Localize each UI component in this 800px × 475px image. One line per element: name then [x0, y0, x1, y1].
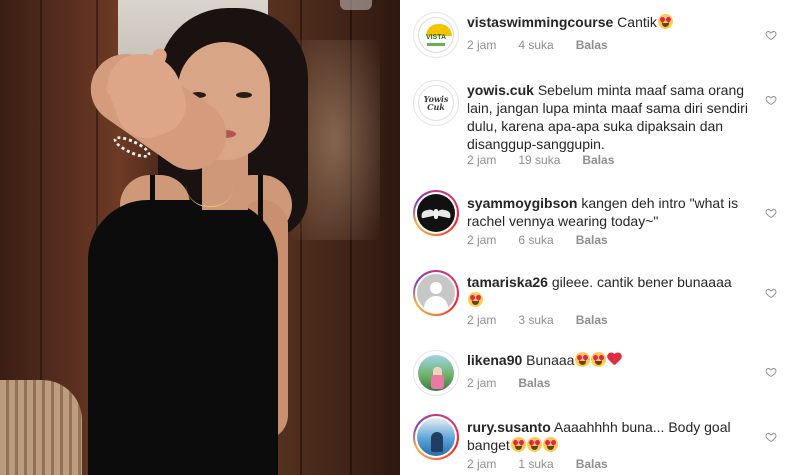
heart-eyes-emoji-icon	[657, 14, 673, 29]
wing	[436, 208, 452, 219]
post-photo	[0, 0, 400, 475]
comment-text-block: likena90 Bunaaa	[467, 351, 757, 369]
comments-panel[interactable]: VISTA vistaswimmingcourse Cantik 2 jam 4…	[400, 0, 800, 475]
comment-time: 2 jam	[467, 313, 497, 327]
avatar[interactable]: VISTA	[413, 12, 459, 58]
reply-button[interactable]: Balas	[518, 376, 550, 390]
avatar-story-ring[interactable]	[413, 190, 459, 236]
comment-username[interactable]: rury.susanto	[467, 419, 551, 435]
reply-button[interactable]: Balas	[576, 38, 608, 52]
comment-username[interactable]: yowis.cuk	[467, 82, 534, 98]
comment-text-block: syammoygibson kangen deh intro "what is …	[467, 194, 757, 230]
rattan-chair	[0, 380, 82, 475]
reply-button[interactable]: Balas	[576, 313, 608, 327]
comment-time: 2 jam	[467, 233, 497, 247]
comment-username[interactable]: likena90	[467, 352, 522, 368]
comment-meta: 2 jam 4 suka Balas	[467, 38, 630, 52]
comment-text: gileee. cantik bener bunaaaa	[551, 274, 732, 290]
comment-likes[interactable]: 1 suka	[518, 457, 553, 471]
avatar[interactable]	[413, 350, 459, 396]
heart-outline-icon[interactable]	[765, 431, 777, 443]
logo-text: Yowis Cuk	[423, 94, 449, 112]
eye	[236, 92, 252, 98]
comment-likes[interactable]: 4 suka	[518, 38, 553, 52]
bird-body	[434, 209, 438, 219]
avatar-dress	[431, 375, 444, 389]
reply-button[interactable]: Balas	[576, 233, 608, 247]
comment-likes[interactable]: 19 suka	[518, 153, 560, 167]
comment-text-block: vistaswimmingcourse Cantik	[467, 13, 757, 31]
heart-eyes-emoji-icon	[542, 437, 558, 452]
comment-time: 2 jam	[467, 153, 497, 167]
avatar-person	[431, 432, 443, 452]
comment-meta: 2 jam 3 suka Balas	[467, 313, 630, 327]
comment-likes[interactable]: 6 suka	[518, 233, 553, 247]
heart-eyes-emoji-icon	[575, 352, 591, 367]
comment-time: 2 jam	[467, 38, 497, 52]
avatar[interactable]: Yowis Cuk	[413, 80, 459, 126]
comment-text-block: yowis.cuk Sebelum minta maaf sama orang …	[467, 81, 757, 153]
logo-text: VISTA	[425, 34, 447, 41]
comment-text: Cantik	[617, 14, 657, 30]
comment-time: 2 jam	[467, 376, 497, 390]
heart-outline-icon[interactable]	[765, 287, 777, 299]
comment-likes[interactable]: 3 suka	[518, 313, 553, 327]
avatar	[417, 418, 455, 456]
heart-outline-icon[interactable]	[765, 207, 777, 219]
heart-outline-icon[interactable]	[765, 29, 777, 41]
avatar	[417, 194, 455, 232]
red-heart-emoji-icon	[607, 353, 622, 366]
comment-meta: 2 jam 6 suka Balas	[467, 233, 630, 247]
avatar-story-ring[interactable]	[413, 414, 459, 460]
heart-outline-icon[interactable]	[765, 366, 777, 378]
comment-username[interactable]: vistaswimmingcourse	[467, 14, 613, 30]
comment-username[interactable]: tamariska26	[467, 274, 548, 290]
logo-stripe	[427, 43, 445, 46]
heart-outline-icon[interactable]	[765, 94, 777, 106]
comment-meta: 2 jam 1 suka Balas	[467, 457, 630, 471]
avatar-shoulders	[424, 296, 448, 312]
comment-text: Bunaaa	[526, 352, 575, 368]
comment-text-block: rury.susanto Aaaahhhh buna... Body goal …	[467, 418, 757, 454]
comment-text-block: tamariska26 gileee. cantik bener bunaaaa	[467, 273, 757, 309]
avatar-story-ring[interactable]	[413, 270, 459, 316]
reply-button[interactable]: Balas	[582, 153, 614, 167]
heart-eyes-emoji-icon	[468, 292, 483, 307]
comment-meta: 2 jam 19 suka Balas	[467, 153, 636, 167]
comment-username[interactable]: syammoygibson	[467, 195, 577, 211]
dress-strap	[150, 175, 155, 235]
comment-meta: 2 jam Balas	[467, 376, 572, 390]
dress-strap	[258, 175, 263, 235]
reply-button[interactable]: Balas	[576, 457, 608, 471]
avatar-head	[430, 282, 442, 294]
more-options-hint	[340, 0, 372, 10]
heart-eyes-emoji-icon	[591, 352, 607, 367]
heart-eyes-emoji-icon	[510, 437, 526, 452]
comment-time: 2 jam	[467, 457, 497, 471]
black-dress	[88, 200, 278, 475]
heart-eyes-emoji-icon	[526, 437, 542, 452]
default-avatar-icon	[417, 274, 455, 312]
